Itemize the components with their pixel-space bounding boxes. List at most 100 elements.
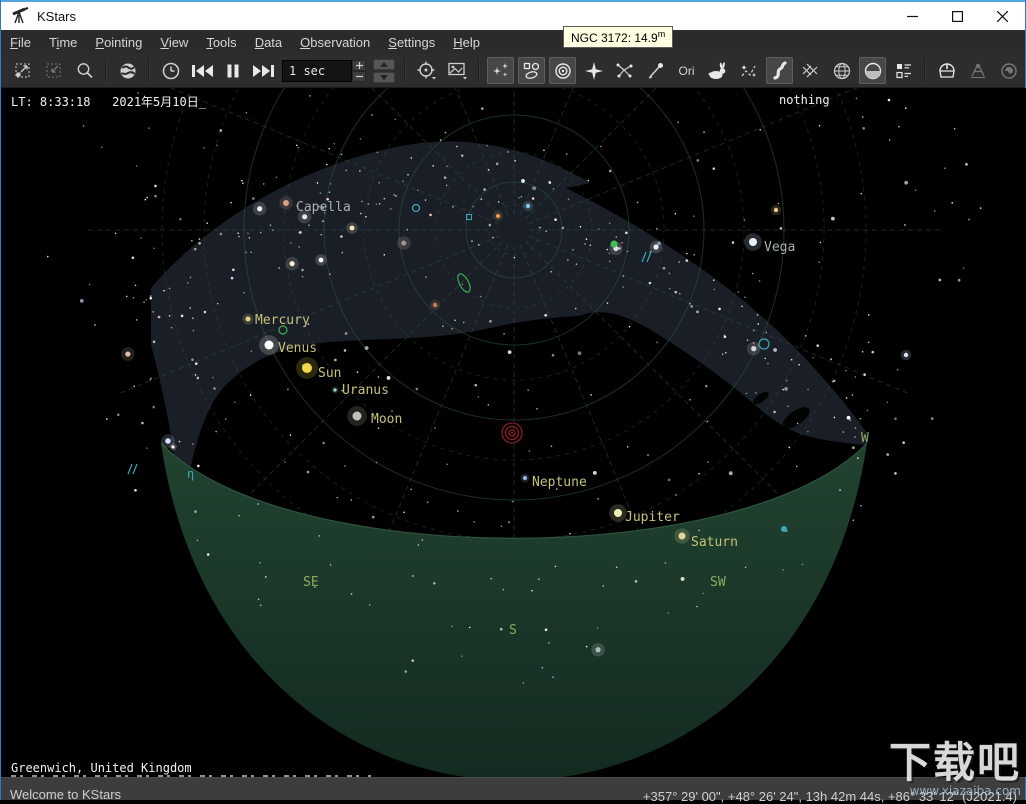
time-step-field[interactable]: 1 sec [282,60,352,82]
bright-star[interactable] [526,204,530,208]
toggle-flags-button[interactable] [642,57,669,84]
sun-dot[interactable] [302,363,312,373]
horizontal-grid-icon [832,61,852,81]
toggle-milky-way-button[interactable] [766,57,793,84]
sky-label-eta-star[interactable]: η [187,467,194,481]
bright-star[interactable] [496,214,500,218]
fov-symbol-button[interactable] [444,57,471,84]
capella-star[interactable] [283,200,289,206]
sky-label-moon[interactable]: Moon [371,412,402,427]
toggle-supernovae-button[interactable] [580,57,607,84]
find-object-button[interactable] [71,57,98,84]
sky-label-uranus[interactable]: Uranus [342,383,389,398]
sky-label-capella[interactable]: Capella [296,200,351,215]
jupiter-dot[interactable] [614,509,622,517]
bright-star[interactable] [774,208,778,212]
whats-interesting-button[interactable] [890,57,917,84]
moon-dot[interactable] [353,412,362,421]
menu-tools[interactable]: Tools [197,32,245,53]
time-step-increase-button[interactable] [352,60,366,71]
toggle-constellation-lines-button[interactable] [611,57,638,84]
minimize-button[interactable] [890,2,935,30]
sky-label-neptune[interactable]: Neptune [532,475,587,490]
menu-pointing[interactable]: Pointing [86,32,151,53]
globe-icon [118,61,138,81]
sky-canvas[interactable]: Capella Vega Mercury VenusSunUranus Moon Nept… [1,88,1026,777]
clock-icon [161,61,181,81]
milky-way-band [151,141,867,476]
ekos-button[interactable] [995,57,1022,84]
menu-data[interactable]: Data [246,32,291,53]
time-forward-button[interactable] [250,57,277,84]
focus-infobox[interactable]: nothing [779,93,830,107]
sky-label-cardinal-se[interactable]: SE [303,575,319,590]
expand-icon [13,61,32,80]
dso-marker[interactable] [781,526,787,532]
set-location-button[interactable] [114,57,141,84]
close-button[interactable] [980,2,1025,30]
menu-file[interactable]: File [1,32,40,53]
time-backward-button[interactable] [188,57,215,84]
indi-control-button[interactable] [964,57,991,84]
dso-marker[interactable] [128,464,137,474]
bright-star[interactable] [433,303,437,307]
menu-view[interactable]: View [151,32,197,53]
sky-map[interactable]: Capella Vega Mercury VenusSunUranus Moon Nept… [1,88,1026,777]
sky-label-cardinal-w[interactable]: W [861,431,869,446]
bright-star[interactable] [171,445,174,448]
menu-time[interactable]: Time [40,32,86,53]
venus-dot[interactable] [265,341,274,350]
toggle-constellation-names-button[interactable]: Ori [673,57,700,84]
time-step-decrease-button[interactable] [352,71,366,82]
vega-star[interactable] [749,238,757,246]
menu-settings[interactable]: Settings [379,32,444,53]
menu-observation[interactable]: Observation [291,32,379,53]
toggle-deep-sky-button[interactable] [518,57,545,84]
bright-star[interactable] [904,353,908,357]
toggle-stars-button[interactable] [487,57,514,84]
sky-label-cardinal-sw[interactable]: SW [710,575,726,590]
set-time-button[interactable] [157,57,184,84]
solar-system-icon [553,61,573,81]
kstars-app-icon [10,7,30,25]
flag-pin-icon [646,61,666,81]
pointing-button[interactable] [413,57,440,84]
time-unit-buttons [373,59,395,83]
toggle-equatorial-grid-button[interactable] [797,57,824,84]
mercury-dot[interactable] [246,317,251,322]
kstars-window: KStars FileTimePointingViewToolsDataObse… [0,0,1026,800]
time-unit-down-button[interactable] [373,72,395,83]
sky-label-jupiter[interactable]: Jupiter [625,510,680,525]
bright-star[interactable] [165,438,171,444]
dso-marker[interactable] [611,241,618,248]
toggle-horizontal-grid-button[interactable] [828,57,855,84]
bright-star[interactable] [653,244,658,249]
toggle-constellation-boundaries-button[interactable] [735,57,762,84]
sky-label-saturn[interactable]: Saturn [691,535,738,550]
sky-label-venus[interactable]: Venus [278,341,317,356]
time-infobox[interactable]: LT: 8:33:18 2021年5月10日_ [11,93,206,110]
maximize-button[interactable] [935,2,980,30]
time-unit-up-button[interactable] [373,59,395,70]
bright-star[interactable] [319,258,324,263]
observatory-button[interactable] [933,57,960,84]
expand-button[interactable] [9,57,36,84]
collapse-button[interactable] [40,57,67,84]
rewind-icon [190,62,214,80]
saturn-dot[interactable] [679,533,686,540]
toggle-ground-button[interactable] [859,57,886,84]
neptune-dot[interactable] [523,476,527,480]
toggle-constellation-art-button[interactable] [704,57,731,84]
toggle-time-button[interactable] [219,57,246,84]
plus-icon [356,62,363,69]
uranus-dot[interactable] [333,388,336,391]
toggle-planets-button[interactable] [549,57,576,84]
sky-label-cardinal-s[interactable]: S [509,623,517,638]
location-infobox[interactable]: Greenwich, United Kingdom [11,761,192,775]
sky-label-vega[interactable]: Vega [764,240,795,255]
sky-label-mercury[interactable]: Mercury [255,313,310,328]
menu-help[interactable]: Help [444,32,489,53]
sky-label-sun[interactable]: Sun [318,366,341,381]
minimize-icon [907,11,918,22]
bright-star[interactable] [350,226,355,231]
